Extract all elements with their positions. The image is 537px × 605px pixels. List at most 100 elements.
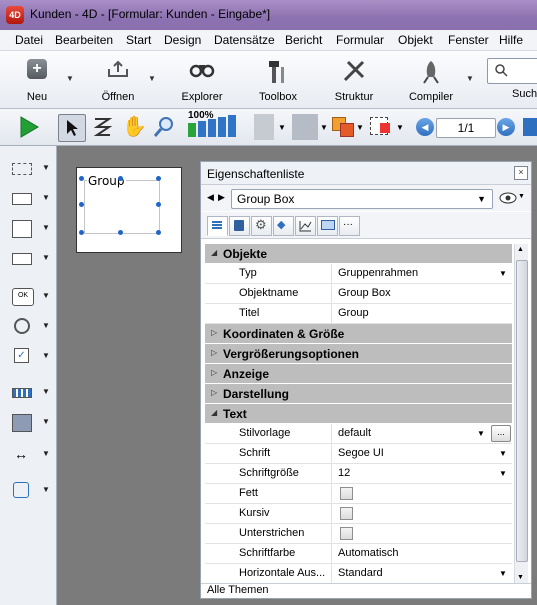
new-dropdown-arrow[interactable]: ▼: [66, 74, 74, 83]
menu-objekt[interactable]: Objekt: [398, 33, 433, 47]
palette-splitter-tool[interactable]: ↔ ▼: [8, 444, 52, 466]
resize-handle-ne[interactable]: [156, 176, 161, 181]
align-dropdown-arrow[interactable]: ▼: [278, 123, 286, 132]
property-row[interactable]: Schriftfarbe Automatisch: [205, 544, 512, 564]
property-row[interactable]: Fett: [205, 484, 512, 504]
open-dropdown-arrow[interactable]: ▼: [148, 74, 156, 83]
palette-list-tool[interactable]: ▼: [8, 218, 52, 240]
text-area-icon: [12, 163, 32, 175]
property-row[interactable]: Objektname Group Box: [205, 284, 512, 304]
palette-checkbox-tool[interactable]: ✓ ▼: [8, 346, 52, 368]
tab-settings[interactable]: ⚙: [251, 216, 272, 236]
property-row[interactable]: Schrift Segoe UI ▼: [205, 444, 512, 464]
distribute-icon[interactable]: [292, 114, 318, 140]
scroll-up-icon[interactable]: ▲: [517, 246, 524, 253]
object-select[interactable]: Group Box ▼: [231, 189, 493, 209]
section-text[interactable]: ◢ Text: [205, 404, 512, 424]
new-button[interactable]: + Neu: [14, 53, 60, 105]
structure-button[interactable]: Struktur: [324, 53, 384, 105]
pointer-tool-button[interactable]: [58, 114, 86, 142]
palette-button-tool[interactable]: OK ▼: [8, 286, 52, 308]
menu-design[interactable]: Design: [164, 33, 201, 47]
page-tools-icon[interactable]: [523, 118, 537, 136]
resize-handle-se[interactable]: [156, 230, 161, 235]
palette-dropdown-tool[interactable]: ▼: [8, 248, 52, 270]
palette-shape-tool[interactable]: ▼: [8, 412, 52, 434]
section-objekte[interactable]: ◢ Objekte: [205, 244, 512, 264]
resize-handle-e[interactable]: [156, 202, 161, 207]
section-koordinaten[interactable]: ▷ Koordinaten & Größe: [205, 324, 512, 344]
menu-hilfe[interactable]: Hilfe: [499, 33, 523, 47]
zoom-level-control[interactable]: 100%: [188, 110, 244, 142]
menu-fenster[interactable]: Fenster: [448, 33, 489, 47]
property-row[interactable]: Stilvorlage default ▼...: [205, 424, 512, 444]
group-dropdown-arrow[interactable]: ▼: [396, 123, 404, 132]
section-anzeige[interactable]: ▷ Anzeige: [205, 364, 512, 384]
prev-object-icon[interactable]: ◀: [207, 192, 214, 203]
zoom-tool-icon[interactable]: [152, 114, 176, 140]
compiler-dropdown-arrow[interactable]: ▼: [466, 74, 474, 83]
scroll-down-icon[interactable]: ▼: [517, 574, 524, 581]
resize-handle-s[interactable]: [118, 230, 123, 235]
next-object-icon[interactable]: ▶: [218, 192, 225, 203]
scroll-thumb[interactable]: [516, 260, 528, 562]
menu-formular[interactable]: Formular: [336, 33, 384, 47]
vertical-scrollbar[interactable]: ▲ ▼: [514, 244, 528, 586]
menu-datensaetze[interactable]: Datensätze: [214, 33, 275, 47]
chevron-down-icon[interactable]: ▼: [499, 569, 507, 578]
palette-text-tool[interactable]: ▼: [8, 158, 52, 180]
resize-handle-n[interactable]: [118, 176, 123, 181]
group-box-object[interactable]: [84, 180, 160, 234]
previous-page-icon[interactable]: ◀: [416, 118, 434, 136]
menu-bearbeiten[interactable]: Bearbeiten: [55, 33, 113, 47]
chevron-down-icon[interactable]: ▼: [499, 449, 507, 458]
tab-graph[interactable]: [295, 216, 316, 236]
resize-handle-sw[interactable]: [79, 230, 84, 235]
tab-shapes[interactable]: ◆: [273, 216, 294, 236]
eye-icon[interactable]: [499, 192, 517, 204]
hand-tool-icon[interactable]: ✋: [122, 114, 147, 140]
bold-checkbox[interactable]: [340, 487, 353, 500]
menu-bericht[interactable]: Bericht: [285, 33, 322, 47]
property-row[interactable]: Horizontale Aus... Standard ▼: [205, 564, 512, 584]
level-dropdown-arrow[interactable]: ▼: [356, 123, 364, 132]
entry-order-icon[interactable]: [92, 114, 114, 140]
palette-plugin-tool[interactable]: ▼: [8, 480, 52, 502]
palette-radio-tool[interactable]: ▼: [8, 316, 52, 338]
menu-start[interactable]: Start: [126, 33, 151, 47]
tab-monitor[interactable]: [317, 216, 338, 236]
close-icon[interactable]: ×: [514, 166, 528, 180]
palette-progress-tool[interactable]: ▼: [8, 382, 52, 404]
underline-checkbox[interactable]: [340, 527, 353, 540]
align-icon[interactable]: [254, 114, 274, 140]
distribute-dropdown-arrow[interactable]: ▼: [320, 123, 328, 132]
explorer-button[interactable]: Explorer: [172, 53, 232, 105]
property-row[interactable]: Unterstrichen: [205, 524, 512, 544]
next-page-icon[interactable]: ▶: [497, 118, 515, 136]
resize-handle-w[interactable]: [79, 202, 84, 207]
ellipsis-button[interactable]: ...: [491, 425, 511, 442]
italic-checkbox[interactable]: [340, 507, 353, 520]
menu-datei[interactable]: Datei: [15, 33, 43, 47]
run-form-icon[interactable]: [18, 114, 40, 140]
chevron-down-icon[interactable]: ▼: [477, 429, 485, 438]
resize-handle-nw[interactable]: [79, 176, 84, 181]
eye-dropdown-arrow[interactable]: ▼: [518, 193, 525, 200]
property-row[interactable]: Typ Gruppenrahmen ▼: [205, 264, 512, 284]
app-logo-icon[interactable]: 4D: [6, 6, 24, 24]
section-darstellung[interactable]: ▷ Darstellung: [205, 384, 512, 404]
tab-display[interactable]: [229, 216, 250, 236]
open-button[interactable]: Öffnen: [88, 53, 148, 105]
tab-list-view[interactable]: [207, 216, 228, 236]
property-row[interactable]: Schriftgröße 12 ▼: [205, 464, 512, 484]
tab-more[interactable]: ···: [339, 216, 360, 236]
chevron-down-icon[interactable]: ▼: [499, 469, 507, 478]
property-row[interactable]: Titel Group: [205, 304, 512, 324]
property-row[interactable]: Kursiv: [205, 504, 512, 524]
chevron-down-icon[interactable]: ▼: [499, 269, 507, 278]
search-input[interactable]: [487, 58, 537, 84]
section-vergroesserung[interactable]: ▷ Vergrößerungsoptionen: [205, 344, 512, 364]
compiler-button[interactable]: Compiler: [400, 53, 462, 105]
palette-field-tool[interactable]: ▼: [8, 188, 52, 210]
toolbox-button[interactable]: Toolbox: [250, 53, 306, 105]
